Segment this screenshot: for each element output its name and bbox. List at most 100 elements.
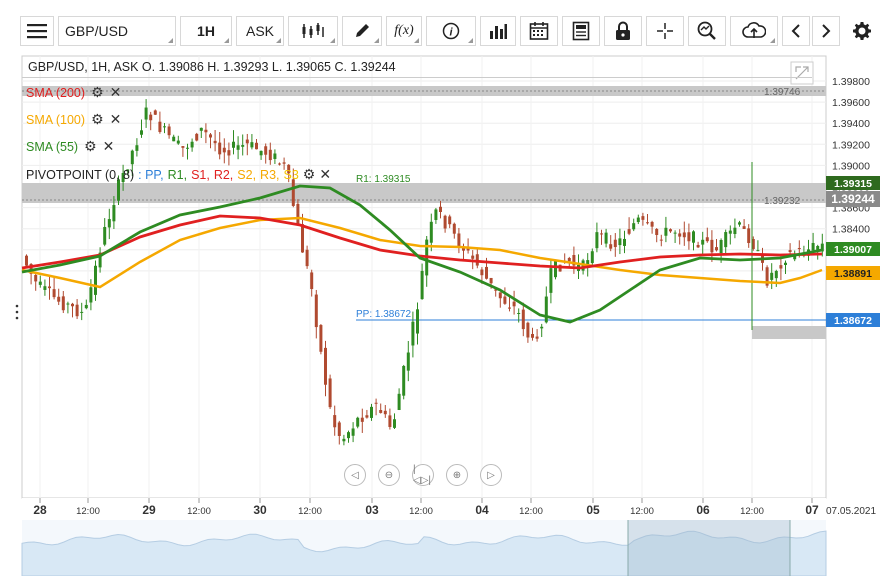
candle-body <box>383 410 387 415</box>
candle-body <box>153 110 157 115</box>
indicator-pivotpoint[interactable]: PIVOTPOINT (0, 8) : PP, R1, S1, R2, S2, … <box>26 166 331 183</box>
candle-body <box>710 239 714 253</box>
candle-body <box>94 265 97 295</box>
candle-body <box>489 277 493 284</box>
pivot-s1: S1, <box>191 167 210 182</box>
candle-body <box>604 232 608 244</box>
time-axis-label: 12:00 <box>76 506 100 517</box>
candle-body <box>71 303 74 307</box>
candle-body <box>756 250 760 252</box>
candle-body <box>646 222 649 224</box>
candle-body <box>682 232 686 238</box>
candle-body <box>61 296 65 311</box>
price-axis-label: 1.38400 <box>832 224 870 236</box>
zoom-in-button[interactable]: ⊕ <box>446 464 468 486</box>
sma55-settings-gear-icon[interactable]: ⚙ <box>84 138 97 155</box>
mid-line-label: 1.39232 <box>764 196 801 207</box>
candle-body <box>342 438 346 442</box>
candle-body <box>554 260 557 278</box>
scroll-left-button[interactable]: ◁ <box>344 464 366 486</box>
candle-body <box>25 255 28 266</box>
pane-resize-handle[interactable] <box>15 304 19 320</box>
candle-body <box>420 270 424 300</box>
candle-body <box>641 216 645 220</box>
price-axis-label: 1.39200 <box>832 139 870 151</box>
candle-body <box>264 146 268 155</box>
candle-body <box>733 227 737 235</box>
candle-body <box>406 352 410 371</box>
indicator-sma55[interactable]: SMA (55) ⚙ ✕ <box>26 138 114 155</box>
pivot-settings-gear-icon[interactable]: ⚙ <box>303 166 316 183</box>
navigator-window[interactable] <box>628 520 790 576</box>
candle-body <box>190 141 194 148</box>
indicator-sma100[interactable]: SMA (100) ⚙ ✕ <box>26 111 121 128</box>
candle-body <box>696 244 700 248</box>
candle-body <box>282 162 286 164</box>
candle-body <box>356 417 360 427</box>
plot-area <box>21 55 827 499</box>
time-axis-label: 12:00 <box>740 506 764 517</box>
sma55-remove-close-icon[interactable]: ✕ <box>103 138 115 155</box>
time-axis-label: 12:00 <box>409 506 433 517</box>
candle-body <box>636 217 640 223</box>
candle-body <box>144 107 148 120</box>
pivot-s2: S2, <box>237 167 257 182</box>
price-chart[interactable]: 1.39746 1.39232 R1: 1.39315 PP: 1.38672 … <box>0 0 888 576</box>
candle-body <box>402 365 406 396</box>
candle-body <box>333 415 337 428</box>
candle-body <box>84 304 88 309</box>
r1-label: R1: 1.39315 <box>356 174 411 185</box>
candle-body <box>236 145 240 150</box>
candle-body <box>448 216 452 225</box>
candle-body <box>130 150 134 165</box>
candle-body <box>774 270 778 279</box>
scroll-right-button[interactable]: ▷ <box>480 464 502 486</box>
candle-body <box>549 268 553 293</box>
candle-body <box>48 286 51 289</box>
candle-body <box>627 229 631 234</box>
candle-body <box>337 422 341 436</box>
price-tag-sma100: 1.38891 <box>826 266 880 280</box>
svg-text:1.39244: 1.39244 <box>831 192 875 206</box>
candle-body <box>374 402 378 404</box>
candle-body <box>595 232 599 249</box>
sma100-remove-close-icon[interactable]: ✕ <box>110 111 122 128</box>
price-axis-label: 1.39600 <box>832 97 870 109</box>
indicator-sma200[interactable]: SMA (200) ⚙ ✕ <box>26 84 121 101</box>
candle-body <box>241 145 245 147</box>
pivot-pp: : PP, <box>138 167 164 182</box>
sma200-settings-gear-icon[interactable]: ⚙ <box>91 84 104 101</box>
sma200-remove-close-icon[interactable]: ✕ <box>110 84 122 101</box>
sma100-settings-gear-icon[interactable]: ⚙ <box>91 111 104 128</box>
zoom-out-button[interactable]: ⊖ <box>378 464 400 486</box>
candle-body <box>255 142 258 150</box>
time-axis-label: 29 <box>142 503 156 517</box>
time-axis-label: 12:00 <box>630 506 654 517</box>
candle-body <box>692 231 695 243</box>
time-axis-label: 06 <box>696 503 710 517</box>
candle-body <box>397 393 401 411</box>
candle-body <box>199 127 203 131</box>
candle-body <box>728 230 732 234</box>
candle-body <box>319 325 323 352</box>
candle-body <box>788 250 792 253</box>
time-axis-label: 12:00 <box>519 506 543 517</box>
reset-zoom-button[interactable]: |◁▷| <box>412 464 434 486</box>
candle-body <box>163 126 166 128</box>
candle-body <box>508 307 511 309</box>
candle-body <box>370 406 373 418</box>
pivot-r2: R2, <box>213 167 234 182</box>
candle-body <box>232 141 235 148</box>
candle-body <box>176 140 180 144</box>
candle-body <box>544 296 548 323</box>
candle-body <box>250 142 254 148</box>
pivot-remove-close-icon[interactable]: ✕ <box>319 166 331 183</box>
candle-body <box>480 269 484 276</box>
candle-body <box>673 232 677 234</box>
candle-body <box>52 289 56 298</box>
candle-body <box>811 242 815 251</box>
candle-body <box>107 219 111 228</box>
price-axis-label: 1.39000 <box>832 160 870 172</box>
time-axis-end-date: 07.05.2021 <box>826 506 876 517</box>
candle-body <box>388 415 392 427</box>
